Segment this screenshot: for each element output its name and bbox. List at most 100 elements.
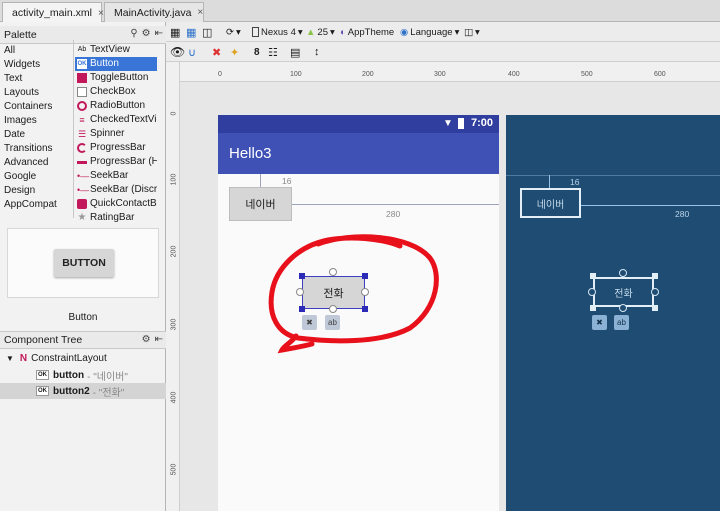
language-label: Language <box>410 26 453 38</box>
orientation-menu[interactable]: ⟳ ▾ <box>226 25 241 39</box>
theme-menu[interactable]: ◐ AppTheme <box>340 25 394 39</box>
margin-end-label: 280 <box>384 209 403 219</box>
palette-item-button[interactable]: OK Button <box>75 57 157 71</box>
default-margin-icon[interactable]: 8 <box>254 45 260 59</box>
blueprint-preview[interactable]: 16 280 네이버 전화 ✖ ab <box>506 115 720 511</box>
chevron-down-icon: ▾ <box>474 26 480 38</box>
preview-button: BUTTON <box>54 249 114 277</box>
palette-item-label: SeekBar <box>90 170 129 181</box>
gear-icon[interactable]: ⚙ <box>142 334 151 345</box>
tab-label: MainActivity.java <box>114 6 192 19</box>
end-anchor-handle[interactable] <box>651 288 659 296</box>
palette-item-seekbar[interactable]: •— SeekBar <box>75 169 157 183</box>
textview-icon: Ab <box>77 46 87 53</box>
constraint-layout-icon: N <box>19 352 28 364</box>
delete-constraints-icon[interactable]: ✖ <box>592 315 607 330</box>
palette-item-progressbar[interactable]: ProgressBar <box>75 141 157 155</box>
naver-button-blueprint[interactable]: 네이버 <box>520 188 581 218</box>
ruler-label: 0 <box>170 111 178 116</box>
tree-row-constraintlayout[interactable]: ▼ N ConstraintLayout <box>0 350 166 366</box>
layout-variants-menu[interactable]: ◫ ▾ <box>464 25 480 39</box>
autoconnect-icon[interactable]: ∪ <box>188 45 196 59</box>
rotate-icon: ⟳ <box>226 26 234 38</box>
palette-category-all[interactable]: All <box>4 44 15 58</box>
palette-category-appcompat[interactable]: AppCompat <box>4 198 57 212</box>
resize-handle-bl[interactable] <box>590 305 596 311</box>
resize-handle-tr[interactable] <box>652 273 658 279</box>
wifi-icon: ▼ <box>443 118 453 129</box>
component-tree-header: Component Tree ⚙ ⇤ <box>0 331 166 349</box>
palette-title: Palette <box>4 28 37 41</box>
palette-category-transitions[interactable]: Transitions <box>4 142 53 156</box>
top-constraint-line <box>260 174 261 187</box>
ruler-label: 400 <box>508 71 520 78</box>
tree-row-button[interactable]: OK button - "네이버" <box>0 367 166 383</box>
tab-main-activity[interactable]: MainActivity.java × <box>104 2 204 22</box>
palette-item-checkedtextview[interactable]: ≡ CheckedTextView <box>75 113 157 127</box>
chevron-down-icon: ▾ <box>454 26 460 38</box>
language-menu[interactable]: ◉ Language ▾ <box>400 25 459 39</box>
naver-button[interactable]: 네이버 <box>229 187 292 221</box>
start-anchor-handle[interactable] <box>588 288 596 296</box>
palette-item-quickcontactbadge[interactable]: QuickContactBadge <box>75 197 157 211</box>
battery-icon <box>458 118 464 129</box>
resize-handle-tl[interactable] <box>590 273 596 279</box>
margin-end-label: 280 <box>673 209 692 219</box>
globe-icon: ◉ <box>400 26 409 38</box>
pin-icon[interactable]: ⇤ <box>155 334 163 345</box>
device-menu[interactable]: Nexus 4 ▾ <box>252 25 303 39</box>
palette-item-spinner[interactable]: ☰ Spinner <box>75 127 157 141</box>
expand-arrow-icon[interactable]: ▼ <box>6 354 14 363</box>
align-icon[interactable]: ▤ <box>290 45 300 59</box>
spinner-icon: ☰ <box>77 129 87 139</box>
ruler-label: 300 <box>170 318 178 331</box>
pack-icon[interactable]: ☷ <box>268 45 278 59</box>
badge-icon <box>77 199 87 209</box>
bottom-anchor-handle[interactable] <box>619 304 627 312</box>
top-anchor-handle[interactable] <box>619 269 627 277</box>
design-mode-icon[interactable]: ▦ <box>170 25 180 39</box>
search-icon[interactable]: ⚲ <box>130 28 137 39</box>
layout-toolbar: ▦ ▦ ◫ ⟳ ▾ Nexus 4 ▾ ▲ 25 ▾ ◐ AppTheme ◉ Langua… <box>166 22 720 42</box>
palette-category-google[interactable]: Google <box>4 170 36 184</box>
palette-item-ratingbar[interactable]: ★ RatingBar <box>75 211 157 225</box>
palette-category-images[interactable]: Images <box>4 114 37 128</box>
palette-item-togglebutton[interactable]: ToggleButton <box>75 71 157 85</box>
both-mode-icon[interactable]: ◫ <box>202 25 212 39</box>
palette-item-seekbar-discrete[interactable]: •—SeekBar (Discrete) <box>75 183 157 197</box>
clear-constraints-icon[interactable]: ✖ <box>212 45 221 59</box>
palette-category-date[interactable]: Date <box>4 128 25 142</box>
palette-category-layouts[interactable]: Layouts <box>4 86 39 100</box>
blueprint-mode-icon[interactable]: ▦ <box>186 25 196 39</box>
status-time: 7:00 <box>471 117 494 129</box>
tab-activity-main[interactable]: activity_main.xml × <box>2 2 104 23</box>
palette-item-textview[interactable]: Ab TextView <box>75 43 157 57</box>
constraint-toolbar: 👁 ∪ ✖ ✦ 8 ☷ ▤ ↕ <box>166 42 720 62</box>
guidelines-icon[interactable]: ↕ <box>314 45 320 59</box>
show-constraints-icon[interactable]: 👁 <box>170 45 185 59</box>
call-button-blueprint[interactable]: 전화 <box>593 277 654 307</box>
layout-variants-icon: ◫ <box>464 26 473 38</box>
margin-top-label: 16 <box>568 177 582 187</box>
palette-item-progressbar-horizontal[interactable]: ProgressBar (Horizontal) <box>75 155 157 169</box>
palette-item-label: RadioButton <box>90 100 146 111</box>
api-menu[interactable]: ▲ 25 ▾ <box>306 25 335 39</box>
pin-icon[interactable]: ⇤ <box>155 28 163 39</box>
resize-handle-br[interactable] <box>652 305 658 311</box>
tree-row-button2[interactable]: OK button2 - "전화" <box>0 383 166 399</box>
gear-icon[interactable]: ⚙ <box>142 28 151 39</box>
palette-item-label: RatingBar <box>90 212 135 223</box>
close-tab-icon[interactable]: × <box>197 7 203 18</box>
palette-category-design[interactable]: Design <box>4 184 35 198</box>
progress-icon <box>77 143 87 153</box>
palette-category-text[interactable]: Text <box>4 72 22 86</box>
baseline-icon[interactable]: ab <box>614 315 629 330</box>
close-tab-icon[interactable]: × <box>98 8 104 19</box>
left-panel: Palette ⚲ ⚙ ⇤ All Widgets Text Layouts C… <box>0 22 166 511</box>
palette-category-containers[interactable]: Containers <box>4 100 52 114</box>
infer-constraints-icon[interactable]: ✦ <box>230 45 239 59</box>
palette-category-widgets[interactable]: Widgets <box>4 58 40 72</box>
palette-item-radiobutton[interactable]: RadioButton <box>75 99 157 113</box>
palette-category-advanced[interactable]: Advanced <box>4 156 48 170</box>
palette-item-checkbox[interactable]: CheckBox <box>75 85 157 99</box>
